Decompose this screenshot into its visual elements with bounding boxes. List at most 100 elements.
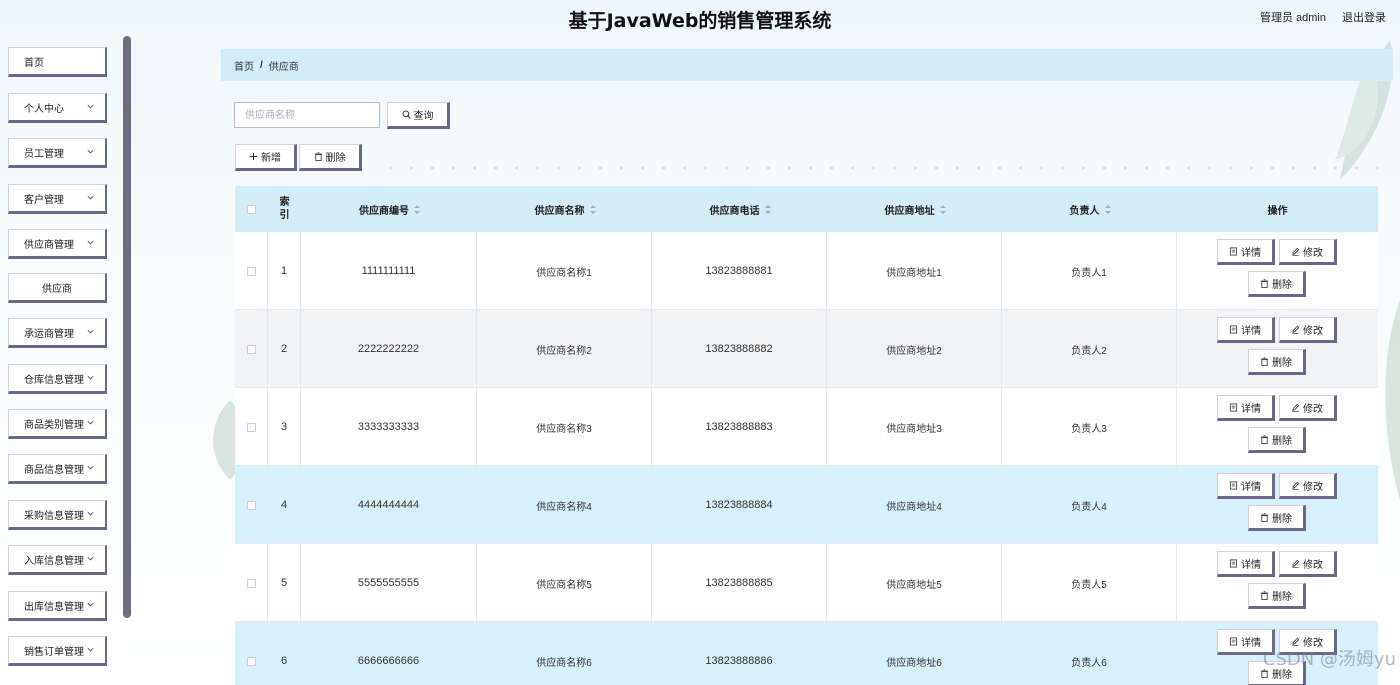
cell-code: 1111111111 bbox=[301, 232, 477, 310]
cell-name: 供应商名称3 bbox=[477, 388, 652, 466]
cell-contact: 负责人1 bbox=[1002, 232, 1177, 310]
cell-code: 5555555555 bbox=[301, 544, 477, 622]
row-checkbox[interactable] bbox=[246, 422, 256, 432]
edit-button[interactable]: 修改 bbox=[1279, 473, 1337, 499]
cell-phone-value: 13823888881 bbox=[705, 265, 773, 277]
sidebar-item-1[interactable]: 个人中心 bbox=[8, 93, 107, 123]
sidebar-item-11[interactable]: 入库信息管理 bbox=[8, 545, 107, 575]
sidebar-item-6[interactable]: 承运商管理 bbox=[8, 318, 107, 348]
row-delete-button[interactable]: 删除 bbox=[1248, 349, 1306, 375]
header-contact[interactable]: 负责人 bbox=[1002, 186, 1177, 232]
sidebar-item-4[interactable]: 供应商管理 bbox=[8, 229, 107, 259]
row-checkbox[interactable] bbox=[246, 266, 256, 276]
search-button[interactable]: 查询 bbox=[387, 102, 450, 129]
row-delete-button[interactable]: 删除 bbox=[1248, 271, 1306, 297]
cell-index-value: 2 bbox=[280, 343, 288, 355]
header-name-label: 供应商名称 bbox=[534, 205, 585, 217]
header-address[interactable]: 供应商地址 bbox=[827, 186, 1002, 232]
cell-address: 供应商地址4 bbox=[827, 466, 1002, 544]
cell-name: 供应商名称4 bbox=[477, 466, 652, 544]
edit-button[interactable]: 修改 bbox=[1279, 551, 1337, 577]
detail-button[interactable]: 详情 bbox=[1217, 551, 1275, 577]
header-name[interactable]: 供应商名称 bbox=[477, 186, 652, 232]
header-phone[interactable]: 供应商电话 bbox=[652, 186, 827, 232]
sidebar-item-label: 个人中心 bbox=[24, 103, 64, 115]
cell-code-value: 6666666666 bbox=[357, 655, 420, 667]
sidebar-item-7[interactable]: 仓库信息管理 bbox=[8, 364, 107, 394]
detail-button[interactable]: 详情 bbox=[1217, 239, 1275, 265]
cell-index: 3 bbox=[268, 388, 301, 466]
sort-icon[interactable] bbox=[1104, 204, 1111, 214]
cell-contact-value: 负责人1 bbox=[1071, 267, 1107, 279]
cell-code: 6666666666 bbox=[301, 622, 477, 685]
supplier-name-search-input[interactable] bbox=[234, 102, 380, 128]
row-checkbox[interactable] bbox=[246, 344, 256, 354]
detail-button[interactable]: 详情 bbox=[1217, 473, 1275, 499]
sidebar-item-2[interactable]: 员工管理 bbox=[8, 138, 107, 168]
row-checkbox[interactable] bbox=[246, 578, 256, 588]
sidebar-item-5[interactable]: 供应商 bbox=[8, 273, 107, 303]
trash-icon bbox=[1260, 434, 1269, 444]
sidebar-item-13[interactable]: 销售订单管理 bbox=[8, 636, 107, 666]
cell-name-value: 供应商名称1 bbox=[536, 267, 592, 279]
table-header-row: 索引 供应商编号 供应商名称 供应商电话 供应商地址 负责人 操作 bbox=[235, 186, 1378, 232]
sort-icon[interactable] bbox=[414, 204, 420, 214]
header-actions-label: 操作 bbox=[1267, 205, 1288, 217]
batch-delete-button[interactable]: 删除 bbox=[299, 144, 362, 171]
edit-button-label: 修改 bbox=[1303, 247, 1323, 259]
edit-button[interactable]: 修改 bbox=[1279, 317, 1337, 343]
cell-name: 供应商名称5 bbox=[477, 544, 652, 622]
document-icon bbox=[1229, 558, 1238, 568]
cell-name: 供应商名称2 bbox=[477, 310, 652, 388]
cell-address: 供应商地址1 bbox=[827, 232, 1002, 310]
sort-icon[interactable] bbox=[764, 204, 771, 214]
edit-button[interactable]: 修改 bbox=[1279, 239, 1337, 265]
sidebar-item-9[interactable]: 商品信息管理 bbox=[8, 454, 107, 484]
header-code[interactable]: 供应商编号 bbox=[301, 186, 477, 232]
cell-phone: 13823888882 bbox=[652, 310, 827, 388]
cell-contact-value: 负责人2 bbox=[1071, 345, 1107, 357]
sidebar-item-12[interactable]: 出库信息管理 bbox=[8, 591, 107, 621]
search-button-label: 查询 bbox=[413, 111, 434, 122]
cell-contact: 负责人3 bbox=[1002, 388, 1177, 466]
row-delete-button[interactable]: 删除 bbox=[1248, 583, 1306, 609]
edit-icon bbox=[1291, 559, 1300, 568]
row-actions: 详情 修改删除 bbox=[1177, 232, 1378, 310]
header-index-label: 索引 bbox=[279, 197, 290, 221]
app-title: 基于JavaWeb的销售管理系统 bbox=[568, 10, 832, 32]
detail-button-label: 详情 bbox=[1241, 481, 1261, 493]
cell-code-value: 2222222222 bbox=[357, 343, 420, 355]
sidebar-item-8[interactable]: 商品类别管理 bbox=[8, 409, 107, 439]
chevron-down-icon bbox=[86, 373, 95, 382]
breadcrumb: 首页 / 供应商 bbox=[221, 49, 1393, 81]
sidebar-scrollbar[interactable] bbox=[123, 36, 131, 618]
row-checkbox[interactable] bbox=[246, 500, 256, 510]
sidebar-item-10[interactable]: 采购信息管理 bbox=[8, 500, 107, 530]
header-phone-label: 供应商电话 bbox=[709, 205, 760, 217]
row-delete-button[interactable]: 删除 bbox=[1248, 505, 1306, 531]
user-role-label: 管理员 admin bbox=[1259, 12, 1326, 24]
chevron-down-icon bbox=[86, 645, 95, 654]
cell-index-value: 6 bbox=[280, 655, 288, 667]
detail-button[interactable]: 详情 bbox=[1217, 317, 1275, 343]
logout-link[interactable]: 退出登录 bbox=[1342, 9, 1386, 25]
cell-address: 供应商地址5 bbox=[827, 544, 1002, 622]
select-all-checkbox[interactable] bbox=[247, 204, 256, 214]
sort-icon[interactable] bbox=[589, 204, 596, 214]
add-button[interactable]: 新增 bbox=[235, 144, 297, 171]
sort-icon[interactable] bbox=[939, 204, 946, 214]
sidebar-item-3[interactable]: 客户管理 bbox=[8, 184, 107, 214]
cell-phone-value: 13823888886 bbox=[705, 655, 773, 667]
row-delete-button[interactable]: 删除 bbox=[1248, 427, 1306, 453]
sidebar-item-0[interactable]: 首页 bbox=[8, 47, 107, 77]
chevron-down-icon bbox=[86, 238, 95, 247]
edit-button[interactable]: 修改 bbox=[1279, 395, 1337, 421]
cell-name: 供应商名称6 bbox=[477, 622, 652, 685]
row-checkbox[interactable] bbox=[246, 656, 256, 666]
header-code-label: 供应商编号 bbox=[359, 205, 409, 217]
cell-contact-value: 负责人5 bbox=[1071, 579, 1107, 591]
breadcrumb-home[interactable]: 首页 bbox=[234, 58, 254, 73]
detail-button-label: 详情 bbox=[1241, 403, 1261, 415]
sidebar-item-label: 入库信息管理 bbox=[24, 555, 84, 567]
detail-button[interactable]: 详情 bbox=[1217, 395, 1275, 421]
